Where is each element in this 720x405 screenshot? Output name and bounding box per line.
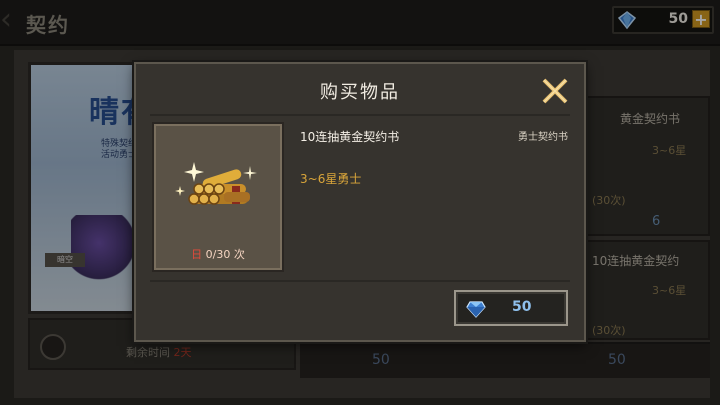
gold-scroll-icon	[175, 162, 257, 205]
diamond-icon	[466, 301, 486, 318]
buy-price: 50	[512, 299, 532, 315]
item-preview: 日 0/30 次	[152, 122, 284, 272]
item-name: 10连抽黄金契约书	[300, 130, 400, 144]
daily-limit: 日 0/30 次	[191, 248, 245, 261]
buy-button[interactable]: 50	[454, 290, 568, 326]
dialog-title: 购买物品	[320, 82, 400, 103]
item-description: 3~6星勇士	[300, 172, 362, 186]
purchase-dialog: 购买物品 日 0/30 次 10连抽黄金契约书 勇士契约书 3~6星勇士 50	[134, 62, 586, 342]
divider	[150, 114, 570, 116]
item-category: 勇士契约书	[518, 132, 568, 143]
close-icon[interactable]	[538, 74, 572, 108]
divider	[150, 280, 570, 282]
